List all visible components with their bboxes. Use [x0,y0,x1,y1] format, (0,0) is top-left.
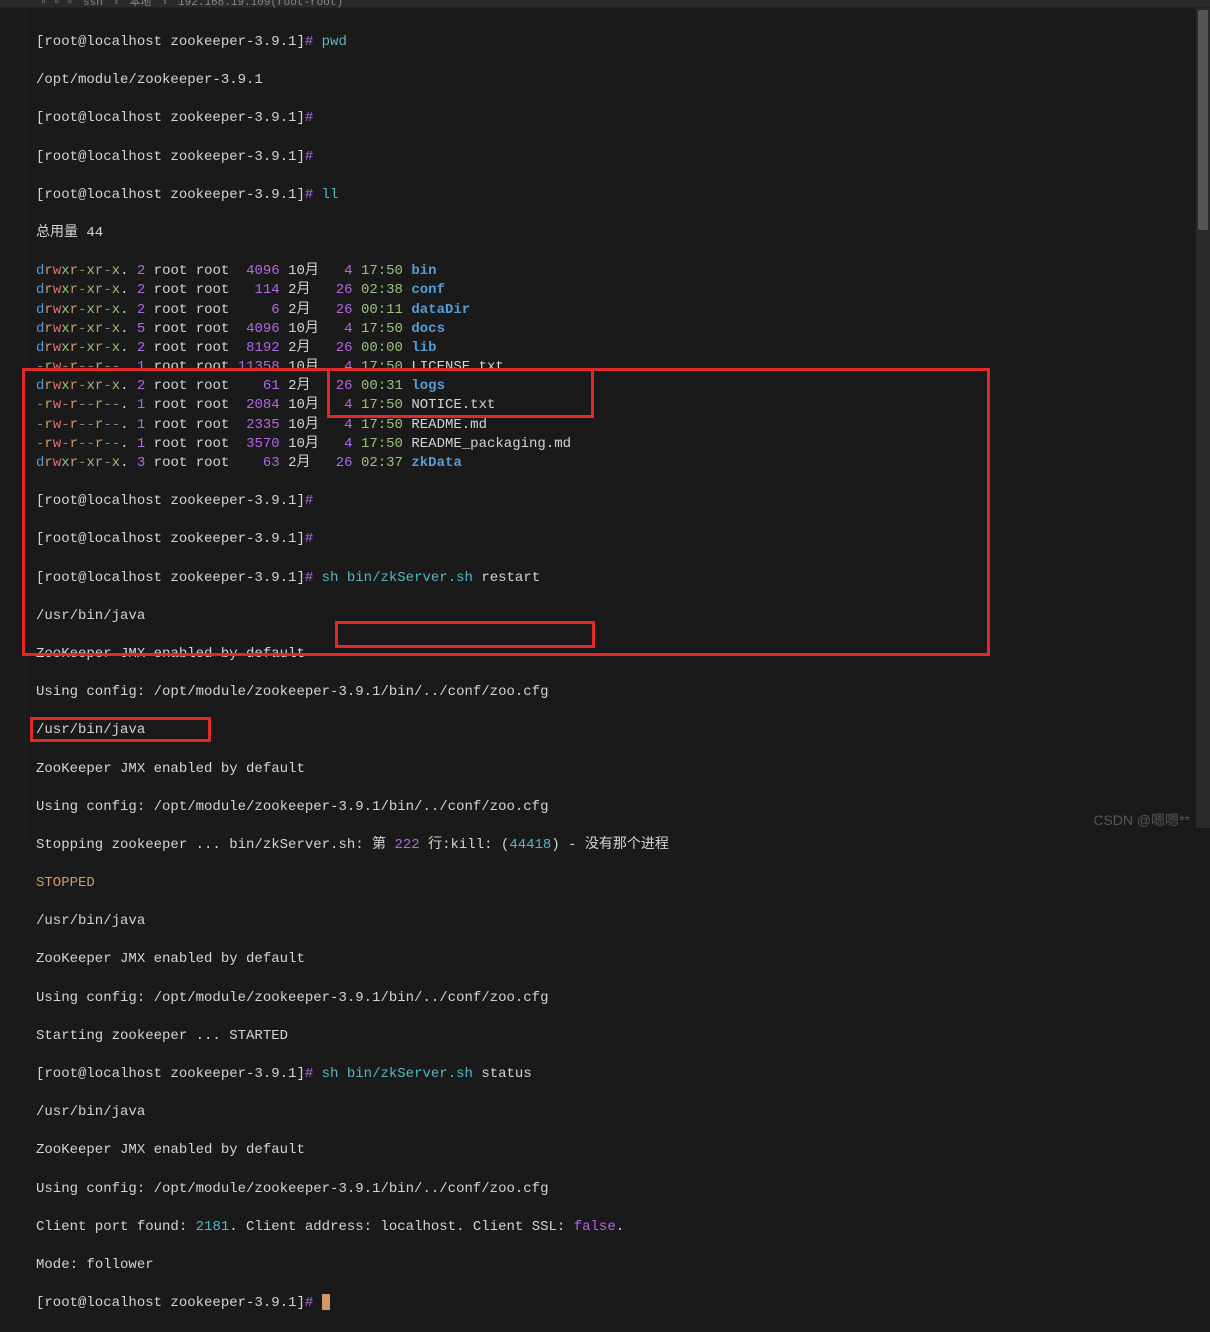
cmd-restart-path: bin/zkServer.sh [347,570,473,586]
editor-gutter [0,8,26,844]
terminal-output[interactable]: [root@localhost zookeeper-3.9.1]# pwd /o… [0,8,1210,1332]
output-line: Stopping zookeeper ... bin/zkServer.sh: … [36,836,1210,855]
output-mode: Mode: follower [36,1256,1210,1275]
ls-row: drwxr-xr-x. 2 root root 4096 10月 4 17:50… [36,262,1210,281]
prompt-line: [root@localhost zookeeper-3.9.1]# sh bin… [36,1065,1210,1084]
output-stopped: STOPPED [36,874,1210,893]
output-line: Using config: /opt/module/zookeeper-3.9.… [36,683,1210,702]
output-line: ZooKeeper JMX enabled by default [36,645,1210,664]
prompt-line: [root@localhost zookeeper-3.9.1]# [36,530,1210,549]
connection-ip: 192.168.19.109(root-root) [178,0,343,13]
output-line: /usr/bin/java [36,1103,1210,1122]
ls-row: drwxr-xr-x. 2 root root 114 2月 26 02:38 … [36,281,1210,300]
tab-local[interactable]: 本地 [129,0,151,13]
ls-row: drwxr-xr-x. 3 root root 63 2月 26 02:37 z… [36,454,1210,473]
output-line: ZooKeeper JMX enabled by default [36,950,1210,969]
scrollbar-thumb[interactable] [1198,10,1208,230]
ls-row: -rw-r--r--. 1 root root 2084 10月 4 17:50… [36,396,1210,415]
output-line: Using config: /opt/module/zookeeper-3.9.… [36,798,1210,817]
cmd-status-arg: status [481,1066,531,1082]
output-line: Client port found: 2181. Client address:… [36,1218,1210,1237]
cmd-restart-arg: restart [481,570,540,586]
window-titlebar: ▫ ▫ ▫ ssh › 本地 › 192.168.19.109(root-roo… [0,0,1210,8]
prompt-line: [root@localhost zookeeper-3.9.1]# ll [36,186,1210,205]
cmd-status-sh: sh [322,1066,339,1082]
output-line: ZooKeeper JMX enabled by default [36,760,1210,779]
prompt-line: [root@localhost zookeeper-3.9.1]# [36,148,1210,167]
output-line: Using config: /opt/module/zookeeper-3.9.… [36,1180,1210,1199]
watermark: CSDN @嗯嗯** [1093,811,1190,830]
ls-row: -rw-r--r--. 1 root root 11358 10月 4 17:5… [36,358,1210,377]
ls-row: drwxr-xr-x. 2 root root 8192 2月 26 00:00… [36,339,1210,358]
output-line: Starting zookeeper ... STARTED [36,1027,1210,1046]
chevron-right-icon: › [161,0,168,13]
output-line: /usr/bin/java [36,607,1210,626]
scrollbar[interactable] [1196,8,1210,828]
prompt-line: [root@localhost zookeeper-3.9.1]# sh bin… [36,569,1210,588]
cmd-ll: ll [322,187,339,203]
titlebar-icon: ▫ ▫ ▫ [40,0,73,13]
cmd-status-path: bin/zkServer.sh [347,1066,473,1082]
cmd-pwd: pwd [322,34,347,50]
ls-row: -rw-r--r--. 1 root root 2335 10月 4 17:50… [36,416,1210,435]
output-line: ZooKeeper JMX enabled by default [36,1141,1210,1160]
output-line: /opt/module/zookeeper-3.9.1 [36,71,1210,90]
output-line: 总用量 44 [36,224,1210,243]
output-line: /usr/bin/java [36,912,1210,931]
prompt-line[interactable]: [root@localhost zookeeper-3.9.1]# [36,1294,1210,1313]
prompt-line: [root@localhost zookeeper-3.9.1]# [36,109,1210,128]
prompt-line: [root@localhost zookeeper-3.9.1]# pwd [36,33,1210,52]
ls-row: drwxr-xr-x. 5 root root 4096 10月 4 17:50… [36,320,1210,339]
terminal-cursor [322,1294,330,1310]
output-line: Using config: /opt/module/zookeeper-3.9.… [36,989,1210,1008]
tab-ssh[interactable]: ssh [83,0,103,13]
ls-row: drwxr-xr-x. 2 root root 6 2月 26 00:11 da… [36,301,1210,320]
prompt-line: [root@localhost zookeeper-3.9.1]# [36,492,1210,511]
cmd-restart-sh: sh [322,570,339,586]
output-line: /usr/bin/java [36,721,1210,740]
chevron-right-icon: › [113,0,120,13]
ls-row: -rw-r--r--. 1 root root 3570 10月 4 17:50… [36,435,1210,454]
ls-row: drwxr-xr-x. 2 root root 61 2月 26 00:31 l… [36,377,1210,396]
